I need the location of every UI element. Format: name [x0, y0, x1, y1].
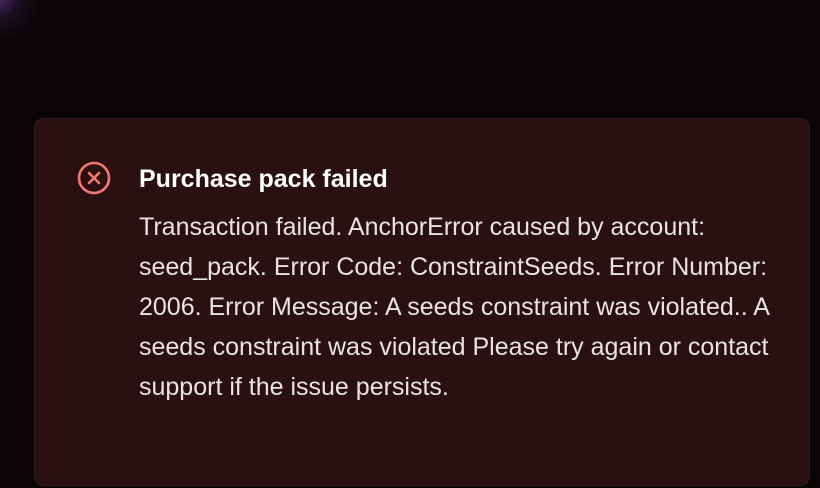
toast-message: Transaction failed. AnchorError caused b… [139, 213, 769, 401]
page-background: Purchase pack failed Transaction failed.… [0, 0, 820, 488]
error-circle-x-icon [77, 161, 111, 195]
toast-title: Purchase pack failed [139, 165, 388, 193]
error-toast: Purchase pack failed Transaction failed.… [34, 118, 810, 486]
